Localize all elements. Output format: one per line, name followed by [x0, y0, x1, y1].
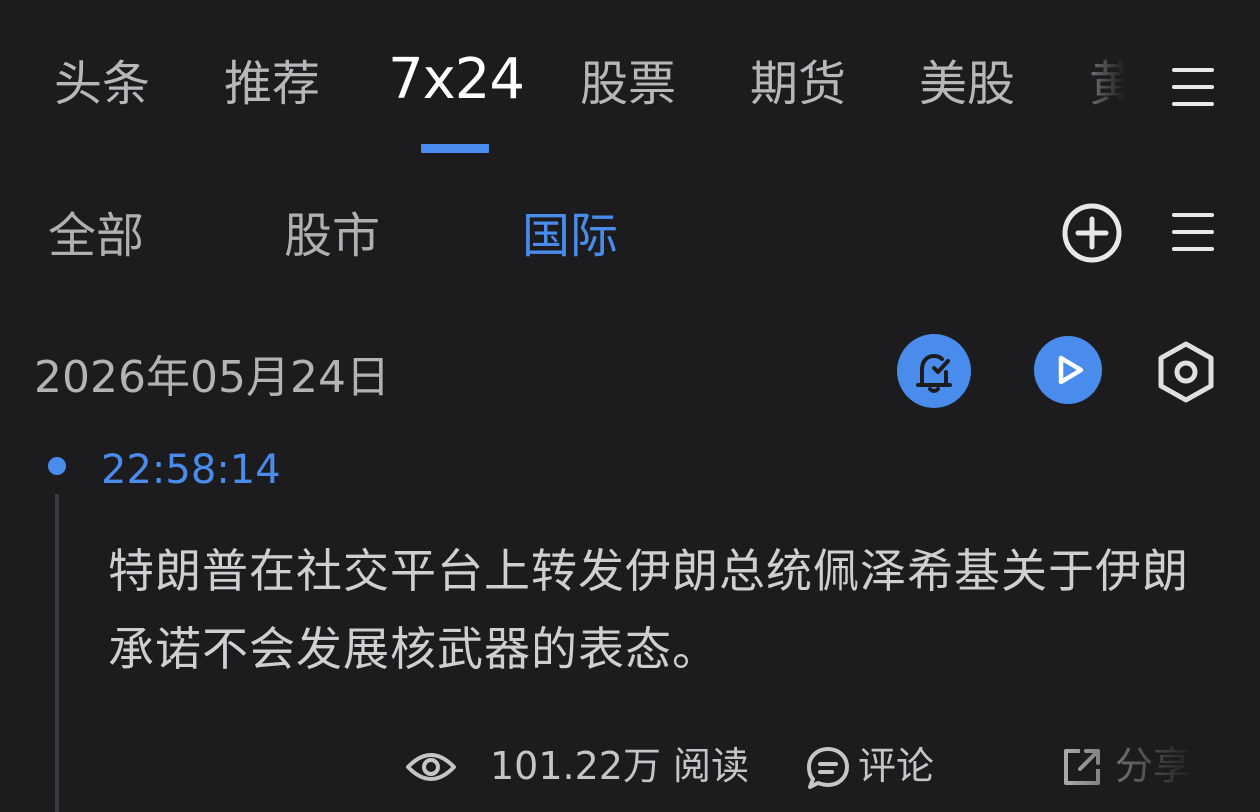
add-circle-icon[interactable] — [1060, 201, 1124, 265]
comment-label: 评论 — [858, 744, 935, 788]
tab-overflow-fade — [1060, 40, 1160, 130]
settings-hexagon-icon[interactable] — [1155, 340, 1217, 404]
news-time: 22:58:14 — [101, 447, 281, 493]
subtab-stock-market[interactable]: 股市 — [284, 204, 380, 268]
tab-stocks[interactable]: 股票 — [580, 52, 676, 116]
tab-futures[interactable]: 期货 — [750, 52, 846, 116]
sub-menu-icon[interactable] — [1172, 213, 1214, 251]
date-header: 2026年05月24日 — [34, 352, 390, 403]
subtab-international[interactable]: 国际 — [522, 204, 618, 268]
comment-icon — [807, 747, 849, 789]
tab-recommended[interactable]: 推荐 — [224, 52, 320, 116]
alarm-button[interactable] — [897, 334, 971, 408]
play-button[interactable] — [1034, 336, 1102, 404]
alarm-check-icon — [916, 353, 952, 393]
tab-7x24[interactable]: 7x24 — [388, 48, 525, 112]
eye-icon — [406, 753, 456, 781]
active-tab-indicator — [421, 144, 489, 153]
play-icon — [1058, 355, 1084, 385]
menu-icon[interactable] — [1172, 68, 1214, 106]
tab-us-stocks[interactable]: 美股 — [919, 52, 1015, 116]
tab-headlines[interactable]: 头条 — [54, 52, 150, 116]
subtab-all[interactable]: 全部 — [48, 204, 144, 268]
timeline-dot — [48, 457, 66, 475]
news-content[interactable]: 特朗普在社交平台上转发伊朗总统佩泽希基关于伊朗承诺不会发展核武器的表态。 — [108, 532, 1218, 688]
bottom-fade-overlay — [1040, 730, 1260, 812]
timeline-line — [55, 494, 59, 812]
view-count: 101.22万 阅读 — [490, 744, 750, 788]
